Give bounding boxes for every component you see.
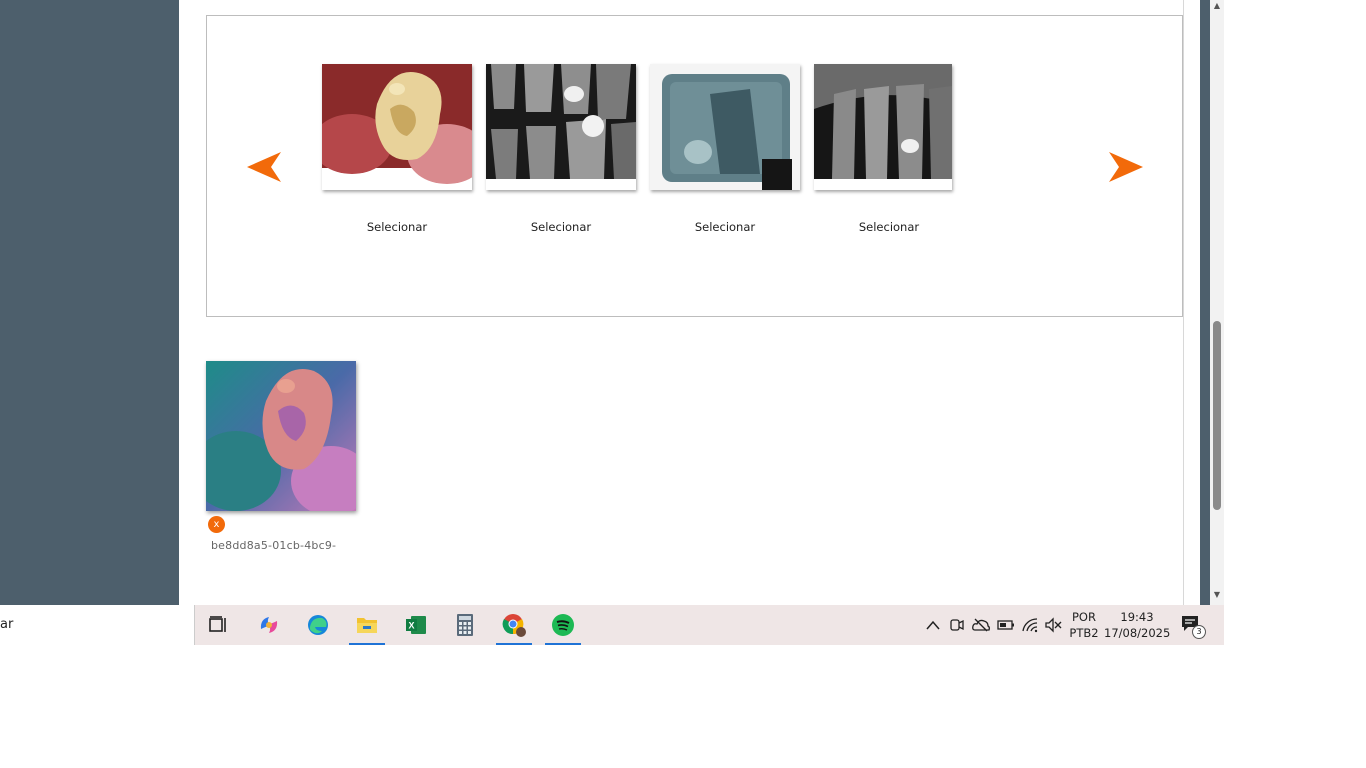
edge-icon[interactable]: [298, 609, 338, 641]
notification-center-icon[interactable]: 3: [1180, 614, 1206, 639]
select-link[interactable]: Selecionar: [814, 220, 964, 234]
select-link[interactable]: Selecionar: [322, 220, 472, 234]
file-name-label: be8dd8a5-01cb-4bc9-: [211, 539, 337, 552]
battery-icon[interactable]: [997, 616, 1015, 634]
task-view-icon[interactable]: [199, 609, 239, 641]
right-edge-strip: [1200, 0, 1210, 605]
thumbnail-bitewing-xray[interactable]: [486, 64, 636, 190]
thumbnail-periapical-film[interactable]: [650, 64, 800, 190]
carousel-item: Selecionar: [650, 64, 800, 234]
copilot-icon[interactable]: [249, 609, 289, 641]
image-carousel: Selecionar Selecionar Selecionar Selecio…: [206, 15, 1183, 317]
select-link[interactable]: Selecionar: [486, 220, 636, 234]
carousel-prev-arrow-icon[interactable]: [245, 150, 283, 184]
meet-now-icon[interactable]: [948, 616, 966, 634]
chevron-up-icon[interactable]: [924, 616, 942, 634]
file-explorer-icon[interactable]: [347, 609, 387, 645]
excel-icon[interactable]: X: [396, 609, 436, 641]
windows-taskbar: ar X POR PTB2 19:43 17/08/2025 3: [0, 605, 1224, 645]
scroll-down-icon[interactable]: ▼: [1210, 589, 1224, 601]
onedrive-offline-icon[interactable]: [972, 616, 990, 634]
carousel-item: Selecionar: [814, 64, 964, 234]
language-code: POR: [1072, 610, 1096, 624]
chrome-icon[interactable]: [494, 609, 534, 645]
taskbar-clock[interactable]: 19:43 17/08/2025: [1104, 609, 1170, 641]
input-language-indicator[interactable]: POR PTB2: [1066, 609, 1102, 641]
wifi-icon[interactable]: [1021, 616, 1039, 634]
selected-image-preview[interactable]: [206, 361, 356, 511]
remove-image-button[interactable]: x: [208, 516, 225, 533]
notification-count-badge: 3: [1192, 625, 1206, 639]
taskbar-search-text: ar: [0, 617, 14, 632]
volume-muted-icon[interactable]: [1044, 616, 1062, 634]
scroll-thumb[interactable]: [1213, 321, 1221, 510]
carousel-next-arrow-icon[interactable]: [1107, 150, 1145, 184]
keyboard-layout: PTB2: [1069, 626, 1099, 640]
thumbnail-intraoral-photo[interactable]: [322, 64, 472, 190]
clock-date: 17/08/2025: [1104, 626, 1171, 640]
select-link[interactable]: Selecionar: [650, 220, 800, 234]
screen: ▲ ▼ Selecionar Selecionar Selecionar Sel…: [0, 0, 1224, 645]
taskbar-search-box[interactable]: ar: [0, 605, 195, 645]
scroll-up-icon[interactable]: ▲: [1210, 0, 1224, 12]
clock-time: 19:43: [1120, 610, 1154, 624]
calculator-icon[interactable]: [445, 609, 485, 641]
carousel-item: Selecionar: [486, 64, 636, 234]
svg-text:X: X: [408, 621, 414, 631]
spotify-icon[interactable]: [543, 609, 583, 645]
selected-image-card: x be8dd8a5-01cb-4bc9-: [206, 361, 356, 552]
vertical-scrollbar[interactable]: ▲ ▼: [1210, 0, 1224, 605]
left-sidebar: [0, 0, 179, 605]
carousel-item: Selecionar: [322, 64, 472, 234]
thumbnail-periapical-xray[interactable]: [814, 64, 952, 190]
